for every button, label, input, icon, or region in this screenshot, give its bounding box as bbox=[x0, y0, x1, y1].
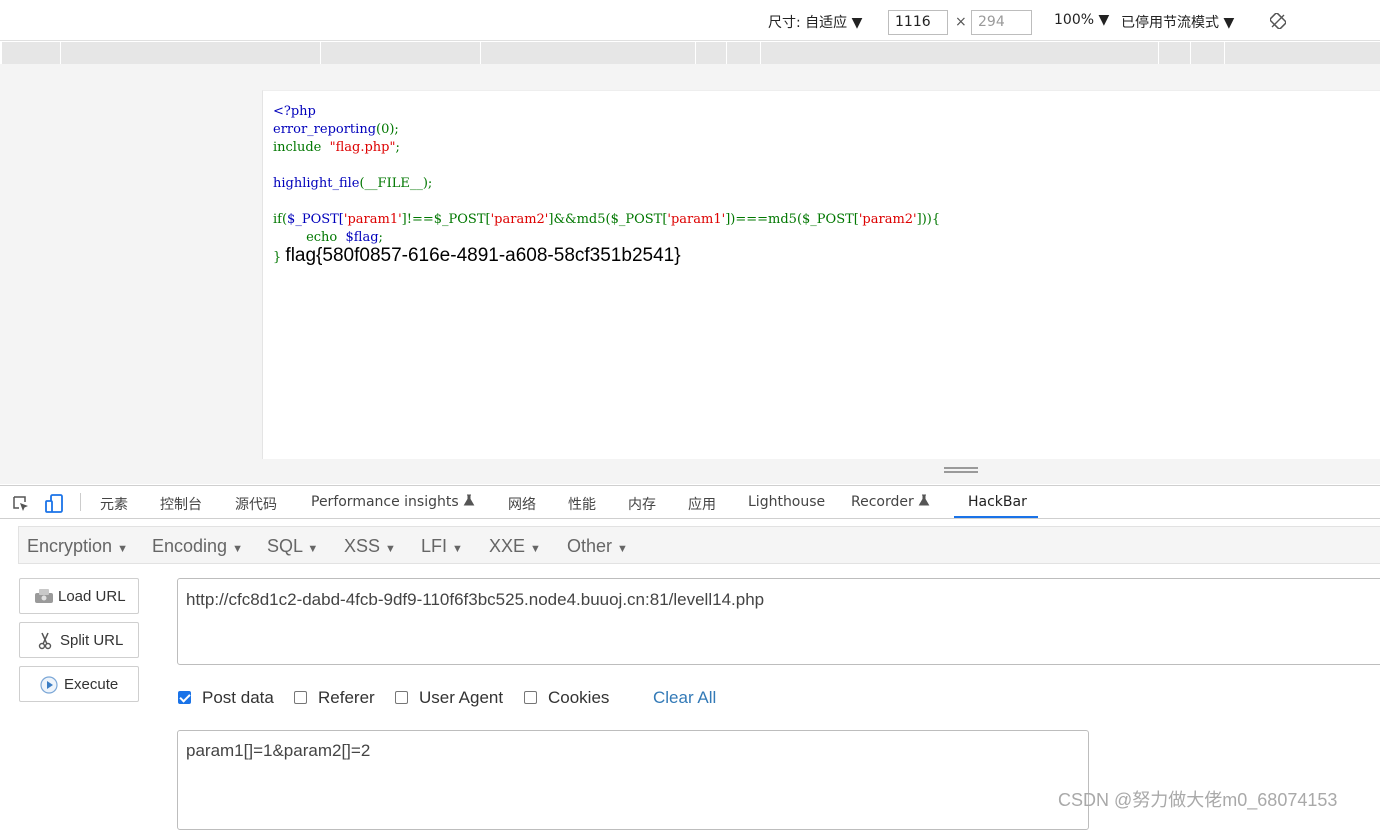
post-data-textarea[interactable]: param1[]=1&param2[]=2 bbox=[177, 730, 1089, 830]
tab-hackbar[interactable]: HackBar bbox=[968, 494, 1027, 510]
flask-icon bbox=[463, 494, 475, 506]
devtools-tabbar: 元素 控制台 源代码 Performance insights 网络 性能 内存… bbox=[0, 485, 1380, 519]
url-textarea[interactable]: http://cfc8d1c2-dabd-4fcb-9df9-110f6f3bc… bbox=[177, 578, 1380, 665]
watermark: CSDN @努力做大佬m0_68074153 bbox=[1058, 790, 1338, 810]
caret-down-icon: ▼ bbox=[385, 543, 396, 555]
hackbar-menu: Encryption ▼ Encoding ▼ SQL ▼ XSS ▼ LFI … bbox=[18, 526, 1380, 564]
device-toolbar: 尺寸: 自适应 ▼ 1116 × 294 100% ▼ 已停用节流模式 ▼ bbox=[0, 0, 1380, 41]
caret-down-icon: ▼ bbox=[530, 543, 541, 555]
rotate-icon[interactable] bbox=[1270, 13, 1286, 29]
device-toggle-icon[interactable] bbox=[45, 494, 65, 514]
scissors-icon bbox=[38, 632, 52, 650]
menu-label: XXE bbox=[489, 536, 526, 556]
tab-memory[interactable]: 内存 bbox=[628, 494, 656, 514]
post-data-text: param1[]=1&param2[]=2 bbox=[186, 741, 371, 760]
zoom-dropdown[interactable]: 100% ▼ bbox=[1054, 12, 1109, 28]
caret-down-icon: ▼ bbox=[117, 543, 128, 555]
referer-checkbox[interactable] bbox=[294, 691, 307, 704]
tab-label: Recorder bbox=[851, 494, 914, 510]
menu-sql[interactable]: SQL ▼ bbox=[267, 536, 318, 557]
tab-application[interactable]: 应用 bbox=[688, 494, 716, 514]
menu-encryption[interactable]: Encryption ▼ bbox=[27, 536, 128, 557]
url-text: http://cfc8d1c2-dabd-4fcb-9df9-110f6f3bc… bbox=[186, 590, 765, 609]
tab-recorder[interactable]: Recorder bbox=[851, 494, 930, 510]
media-query-ruler[interactable] bbox=[2, 42, 1380, 65]
execute-button[interactable]: Execute bbox=[19, 666, 139, 702]
split-url-button[interactable]: Split URL bbox=[19, 622, 139, 658]
play-icon bbox=[40, 676, 58, 694]
referer-label[interactable]: Referer bbox=[318, 688, 375, 708]
menu-xss[interactable]: XSS ▼ bbox=[344, 536, 396, 557]
menu-label: XSS bbox=[344, 536, 381, 556]
tab-performance-insights[interactable]: Performance insights bbox=[311, 494, 475, 510]
times-sign: × bbox=[955, 14, 967, 30]
button-label: Split URL bbox=[60, 632, 124, 649]
tab-lighthouse[interactable]: Lighthouse bbox=[748, 494, 825, 510]
menu-label: Encryption bbox=[27, 536, 113, 556]
menu-xxe[interactable]: XXE ▼ bbox=[489, 536, 541, 557]
menu-label: Other bbox=[567, 536, 613, 556]
tab-elements[interactable]: 元素 bbox=[100, 494, 128, 514]
tab-separator bbox=[80, 493, 81, 511]
caret-down-icon: ▼ bbox=[452, 543, 463, 555]
flask-icon bbox=[918, 494, 930, 506]
caret-down-icon: ▼ bbox=[232, 543, 243, 555]
tab-performance[interactable]: 性能 bbox=[568, 494, 596, 514]
tab-sources[interactable]: 源代码 bbox=[235, 494, 277, 514]
tab-network[interactable]: 网络 bbox=[508, 494, 536, 514]
load-url-button[interactable]: Load URL bbox=[19, 578, 139, 614]
dimensions-dropdown[interactable]: 尺寸: 自适应 ▼ bbox=[768, 12, 862, 32]
menu-label: Encoding bbox=[152, 536, 228, 556]
inspect-element-icon[interactable] bbox=[12, 495, 30, 513]
cookies-checkbox[interactable] bbox=[524, 691, 537, 704]
menu-label: LFI bbox=[421, 536, 448, 556]
menu-label: SQL bbox=[267, 536, 303, 556]
caret-down-icon: ▼ bbox=[617, 543, 628, 555]
user-agent-checkbox[interactable] bbox=[395, 691, 408, 704]
cookies-label[interactable]: Cookies bbox=[548, 688, 609, 708]
clear-all-link[interactable]: Clear All bbox=[653, 688, 716, 708]
caret-down-icon: ▼ bbox=[307, 543, 319, 555]
resize-handle[interactable] bbox=[944, 467, 978, 473]
tab-console[interactable]: 控制台 bbox=[160, 494, 202, 514]
load-url-icon bbox=[35, 589, 53, 603]
throttle-dropdown[interactable]: 已停用节流模式 ▼ bbox=[1121, 12, 1234, 32]
button-label: Load URL bbox=[58, 588, 126, 605]
menu-other[interactable]: Other ▼ bbox=[567, 536, 628, 557]
user-agent-label[interactable]: User Agent bbox=[419, 688, 503, 708]
post-data-label[interactable]: Post data bbox=[202, 688, 274, 708]
flag-output: flag{580f0857-616e-4891-a608-58cf351b254… bbox=[285, 245, 681, 266]
active-tab-indicator bbox=[954, 516, 1038, 518]
menu-encoding[interactable]: Encoding ▼ bbox=[152, 536, 243, 557]
page-viewport: <?php error_reporting(0); include "flag.… bbox=[262, 90, 1380, 459]
button-label: Execute bbox=[64, 676, 119, 693]
width-input[interactable]: 1116 bbox=[888, 10, 948, 35]
post-data-checkbox[interactable] bbox=[178, 691, 191, 704]
tab-label: Performance insights bbox=[311, 494, 459, 510]
php-source-code: <?php error_reporting(0); include "flag.… bbox=[273, 104, 941, 266]
height-input[interactable]: 294 bbox=[971, 10, 1032, 35]
menu-lfi[interactable]: LFI ▼ bbox=[421, 536, 463, 557]
